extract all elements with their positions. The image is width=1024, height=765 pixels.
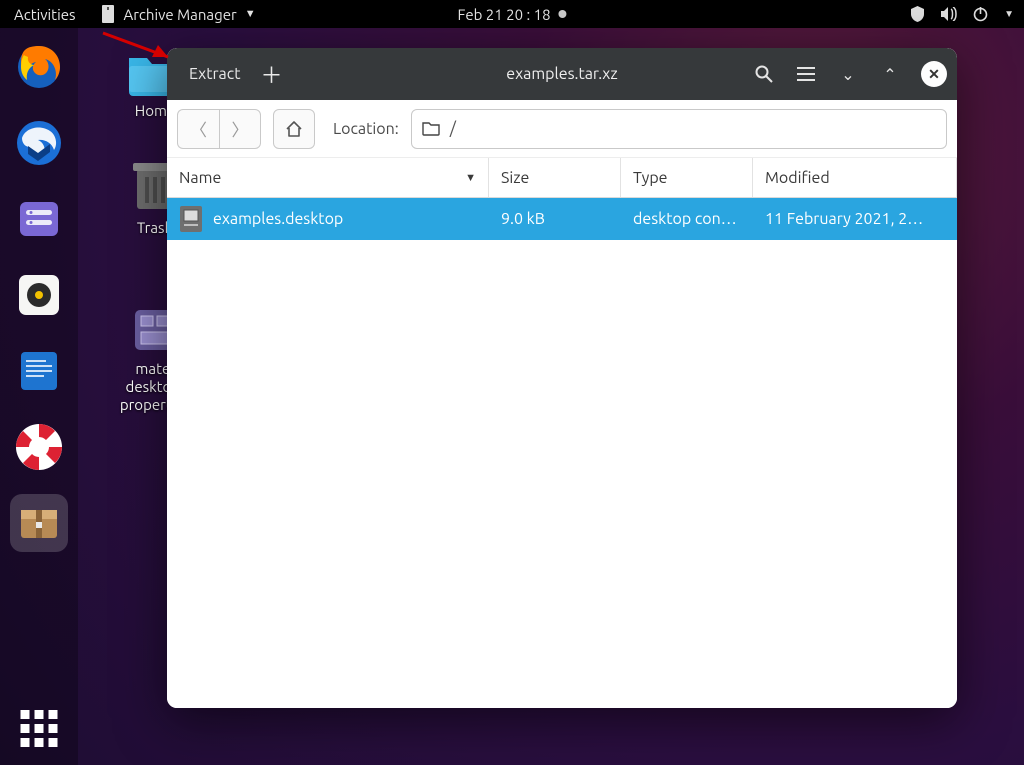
forward-button[interactable]: 〉 [219, 109, 261, 149]
app-menu[interactable]: Archive Manager ▼ [90, 5, 266, 23]
file-list[interactable]: examples.desktop 9.0 kB desktop con… 11 … [167, 198, 957, 708]
activities-button[interactable]: Activities [0, 6, 90, 23]
chevron-down-icon[interactable]: ▼ [1004, 8, 1014, 20]
archive-icon [100, 5, 116, 23]
dock-app-rhythmbox[interactable] [10, 266, 68, 324]
show-applications-button[interactable] [21, 710, 58, 747]
file-modified: 11 February 2021, 2… [753, 210, 957, 228]
column-header-modified[interactable]: Modified [753, 158, 957, 197]
dock-app-help[interactable] [10, 418, 68, 476]
column-header-name[interactable]: Name ▼ [167, 158, 489, 197]
location-label: Location: [333, 120, 399, 138]
hamburger-menu-button[interactable] [795, 63, 817, 85]
column-header-size[interactable]: Size [489, 158, 621, 197]
dock-app-writer[interactable] [10, 342, 68, 400]
shield-icon[interactable] [910, 6, 925, 22]
close-icon: ✕ [928, 66, 940, 83]
sort-indicator-icon: ▼ [465, 172, 476, 184]
dock [0, 28, 78, 765]
volume-icon[interactable] [941, 7, 957, 21]
minimize-button[interactable]: ⌄ [837, 63, 859, 85]
top-bar: Activities Archive Manager ▼ Feb 21 20 :… [0, 0, 1024, 28]
dock-app-thunderbird[interactable] [10, 114, 68, 172]
location-input[interactable]: / [411, 109, 947, 149]
add-files-button[interactable]: ＋ [251, 52, 293, 96]
file-name: examples.desktop [213, 210, 343, 228]
file-type: desktop con… [621, 210, 753, 228]
folder-icon [422, 121, 440, 136]
app-menu-label: Archive Manager [124, 6, 237, 23]
file-size: 9.0 kB [489, 210, 621, 228]
extract-button[interactable]: Extract [179, 59, 251, 89]
chevron-down-icon: ▼ [245, 8, 256, 20]
list-header: Name ▼ Size Type Modified [167, 158, 957, 198]
headerbar: Extract ＋ examples.tar.xz ⌄ ⌃ ✕ [167, 48, 957, 100]
column-header-type[interactable]: Type [621, 158, 753, 197]
file-row[interactable]: examples.desktop 9.0 kB desktop con… 11 … [167, 198, 957, 240]
desktop-file-icon [179, 205, 203, 233]
power-icon[interactable] [973, 7, 988, 22]
search-button[interactable] [753, 63, 775, 85]
clock-label: Feb 21 20 : 18 [457, 6, 550, 23]
toolbar: 〈 〉 Location: / [167, 100, 957, 158]
maximize-button[interactable]: ⌃ [879, 63, 901, 85]
notification-dot-icon [559, 10, 567, 18]
window-title: examples.tar.xz [506, 65, 617, 83]
dock-app-archive-manager[interactable] [10, 494, 68, 552]
clock[interactable]: Feb 21 20 : 18 [457, 6, 566, 23]
back-button[interactable]: 〈 [177, 109, 219, 149]
archive-manager-window: Extract ＋ examples.tar.xz ⌄ ⌃ ✕ 〈 〉 Loca… [167, 48, 957, 708]
dock-app-firefox[interactable] [10, 38, 68, 96]
location-path: / [450, 119, 456, 138]
home-button[interactable] [273, 109, 315, 149]
dock-app-files[interactable] [10, 190, 68, 248]
close-button[interactable]: ✕ [921, 61, 947, 87]
